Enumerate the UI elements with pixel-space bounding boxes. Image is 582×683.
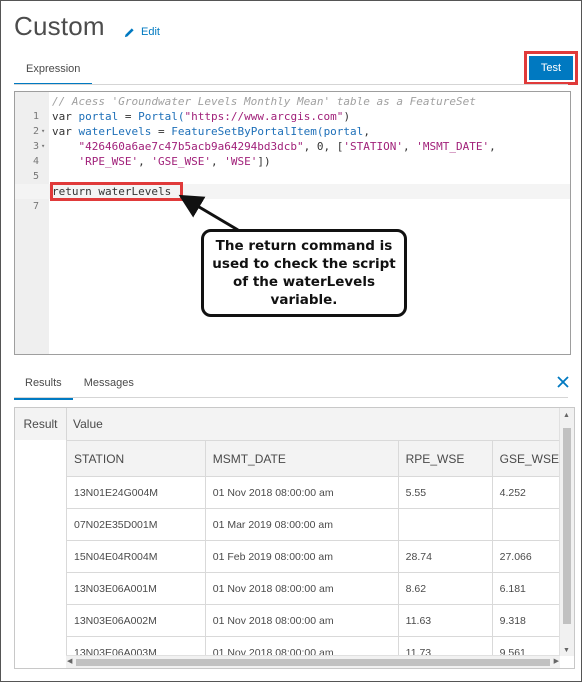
table-cell: 4.252 (491, 476, 560, 509)
edit-label: Edit (141, 26, 160, 38)
divider (14, 84, 568, 85)
results-panel: Result Value STATION MSMT_DATE RPE_WSE G… (14, 407, 575, 669)
code-keyword: var (52, 110, 72, 123)
table-cell: 27.066 (491, 540, 560, 573)
code-function: Portal( (138, 110, 185, 123)
code-text: , (403, 140, 417, 153)
table-cell: 28.74 (397, 540, 493, 573)
scrollbar-thumb[interactable] (563, 428, 571, 624)
table-cell: 11.73 (397, 636, 493, 656)
table-cell: 5.55 (397, 476, 493, 509)
code-string: 'WSE' (224, 155, 258, 168)
scroll-down-icon[interactable]: ▼ (563, 647, 570, 654)
return-line-highlight (50, 182, 183, 201)
scrollbar-thumb[interactable] (76, 659, 550, 666)
table-cell: 8.62 (397, 572, 493, 605)
table-cell: 13N01E24G004M (66, 476, 206, 509)
edit-link[interactable]: Edit (124, 26, 160, 38)
table-cell: 01 Nov 2018 08:00:00 am (204, 636, 399, 656)
scroll-up-icon[interactable]: ▲ (563, 412, 570, 419)
code-line-4[interactable]: 4 ▾ "426460a6ae7c47b5acb9a64294bd3dcb", … (15, 139, 570, 167)
column-header-msmt-date[interactable]: MSMT_DATE (204, 440, 399, 477)
table-cell: 01 Mar 2019 08:00:00 am (204, 508, 399, 541)
code-text: = (118, 110, 139, 123)
code-function: FeatureSetByPortalItem( (171, 125, 324, 138)
table-cell: 11.63 (397, 604, 493, 637)
table-row: 13N01E24G004M 01 Nov 2018 08:00:00 am 5.… (66, 476, 560, 509)
code-string: 'MSMT_DATE' (416, 140, 490, 153)
divider (14, 397, 568, 398)
code-variable: waterLevels (78, 125, 152, 138)
code-text: , (489, 140, 496, 153)
horizontal-scrollbar[interactable]: ◀ ▶ (66, 655, 560, 668)
code-text: , (138, 155, 152, 168)
code-text: ]) (257, 155, 271, 168)
table-cell: 13N03E06A003M (66, 636, 206, 656)
table-cell: 15N04E04R004M (66, 540, 206, 573)
page-title: Custom (14, 11, 105, 41)
close-icon[interactable] (555, 374, 571, 390)
annotation-callout: The return command is used to check the … (201, 229, 407, 317)
tab-expression[interactable]: Expression (14, 61, 93, 85)
table-cell: 01 Nov 2018 08:00:00 am (204, 476, 399, 509)
table-cell: 9.318 (491, 604, 560, 637)
table-header-row: STATION MSMT_DATE RPE_WSE GSE_WSE (66, 440, 560, 477)
fold-arrow-icon[interactable]: ▾ (41, 124, 45, 139)
value-column-header: Value (73, 417, 103, 431)
table-cell (491, 508, 560, 541)
code-line-3[interactable]: 3 ▾ var waterLevels = FeatureSetByPortal… (15, 124, 570, 152)
table-cell: 13N03E06A002M (66, 604, 206, 637)
value-table: STATION MSMT_DATE RPE_WSE GSE_WSE 13N01E… (66, 440, 560, 656)
code-variable: portal (78, 110, 119, 123)
column-header-rpe-wse[interactable]: RPE_WSE (397, 440, 493, 477)
code-comment: // Acess 'Groundwater Levels Monthly Mea… (52, 95, 476, 108)
test-button-highlight: Test (524, 51, 578, 85)
code-line-5[interactable]: 5 'RPE_WSE', 'GSE_WSE', 'WSE']) (15, 154, 570, 182)
column-header-station[interactable]: STATION (66, 440, 206, 477)
result-column-header: Result (15, 408, 67, 440)
table-row: 07N02E35D001M 01 Mar 2019 08:00:00 am (66, 508, 560, 541)
window-frame: Custom Edit Expression Test 1 // Acess '… (0, 0, 582, 682)
code-text: = (151, 125, 172, 138)
table-cell: 13N03E06A001M (66, 572, 206, 605)
fold-arrow-icon[interactable]: ▾ (41, 139, 45, 154)
code-keyword: var (52, 125, 72, 138)
table-row: 13N03E06A001M 01 Nov 2018 08:00:00 am 8.… (66, 572, 560, 605)
line-number: 7 (32, 201, 39, 212)
code-string: "426460a6ae7c47b5acb9a64294bd3dcb" (78, 140, 304, 153)
table-cell: 07N02E35D001M (66, 508, 206, 541)
result-index-column (15, 440, 67, 668)
test-button[interactable]: Test (529, 56, 573, 80)
column-header-gse-wse[interactable]: GSE_WSE (491, 440, 560, 477)
table-row: 13N03E06A002M 01 Nov 2018 08:00:00 am 11… (66, 604, 560, 637)
table-cell: 01 Nov 2018 08:00:00 am (204, 604, 399, 637)
table-cell: 6.181 (491, 572, 560, 605)
table-cell (397, 508, 493, 541)
code-string: 'STATION' (343, 140, 404, 153)
code-string: 'RPE_WSE' (78, 155, 139, 168)
code-string: "https://www.arcgis.com" (184, 110, 344, 123)
table-row: 15N04E04R004M 01 Feb 2019 08:00:00 am 28… (66, 540, 560, 573)
value-table-viewport[interactable]: STATION MSMT_DATE RPE_WSE GSE_WSE 13N01E… (66, 440, 560, 656)
results-header: Result Value (15, 408, 574, 441)
code-text: , 0, [ (303, 140, 344, 153)
code-argument: portal (323, 125, 364, 138)
code-text: , (210, 155, 225, 168)
code-string: 'GSE_WSE' (151, 155, 211, 168)
scroll-left-icon[interactable]: ◀ (67, 657, 72, 665)
table-cell: 9.561 (491, 636, 560, 656)
code-text: , (363, 125, 370, 138)
vertical-scrollbar[interactable]: ▲ ▼ (559, 408, 574, 656)
table-cell: 01 Feb 2019 08:00:00 am (204, 540, 399, 573)
code-line-1[interactable]: 1 // Acess 'Groundwater Levels Monthly M… (15, 94, 570, 122)
code-line-2[interactable]: 2 var portal = Portal("https://www.arcgi… (15, 109, 570, 137)
pencil-icon (124, 27, 134, 37)
scroll-right-icon[interactable]: ▶ (554, 657, 559, 665)
table-row: 13N03E06A003M 01 Nov 2018 08:00:00 am 11… (66, 636, 560, 656)
table-cell: 01 Nov 2018 08:00:00 am (204, 572, 399, 605)
code-text: ) (343, 110, 351, 123)
